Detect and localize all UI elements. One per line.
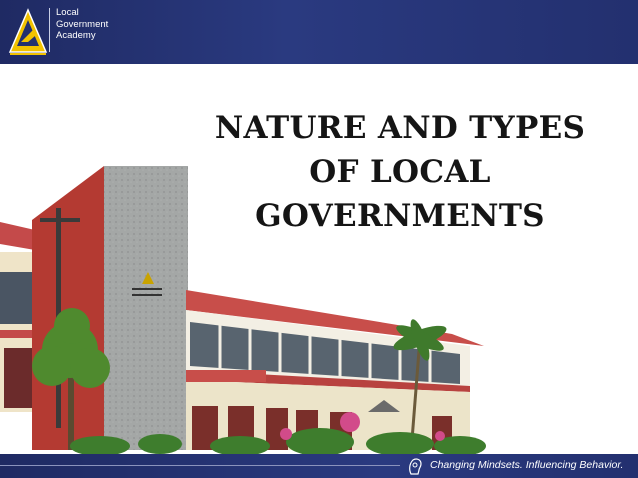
lga-triangle-logo-icon xyxy=(8,8,48,55)
slide: Local Government Academy NATURE AND TYPE… xyxy=(0,0,638,478)
footer-band: Changing Mindsets. Influencing Behavior. xyxy=(0,454,638,478)
thinker-head-icon xyxy=(409,458,422,475)
tower-sign xyxy=(132,294,162,296)
org-name-line: Government xyxy=(56,18,109,30)
footer-rule xyxy=(0,465,400,466)
org-name-line: Academy xyxy=(56,30,96,41)
porch-roof xyxy=(186,370,266,382)
org-name-line: Local xyxy=(56,7,79,18)
header-band: Local Government Academy xyxy=(0,0,638,64)
tower-texture xyxy=(104,166,188,450)
logo-divider xyxy=(49,8,50,52)
tower-sign xyxy=(132,288,162,290)
pole-crossarm xyxy=(40,218,80,222)
title-line: NATURE AND TYPES xyxy=(214,110,586,146)
lga-building-photo xyxy=(0,166,486,456)
org-name: Local Government Academy xyxy=(56,7,108,42)
footer-tagline: Changing Mindsets. Influencing Behavior. xyxy=(430,459,624,471)
tree-trunk xyxy=(68,370,74,450)
